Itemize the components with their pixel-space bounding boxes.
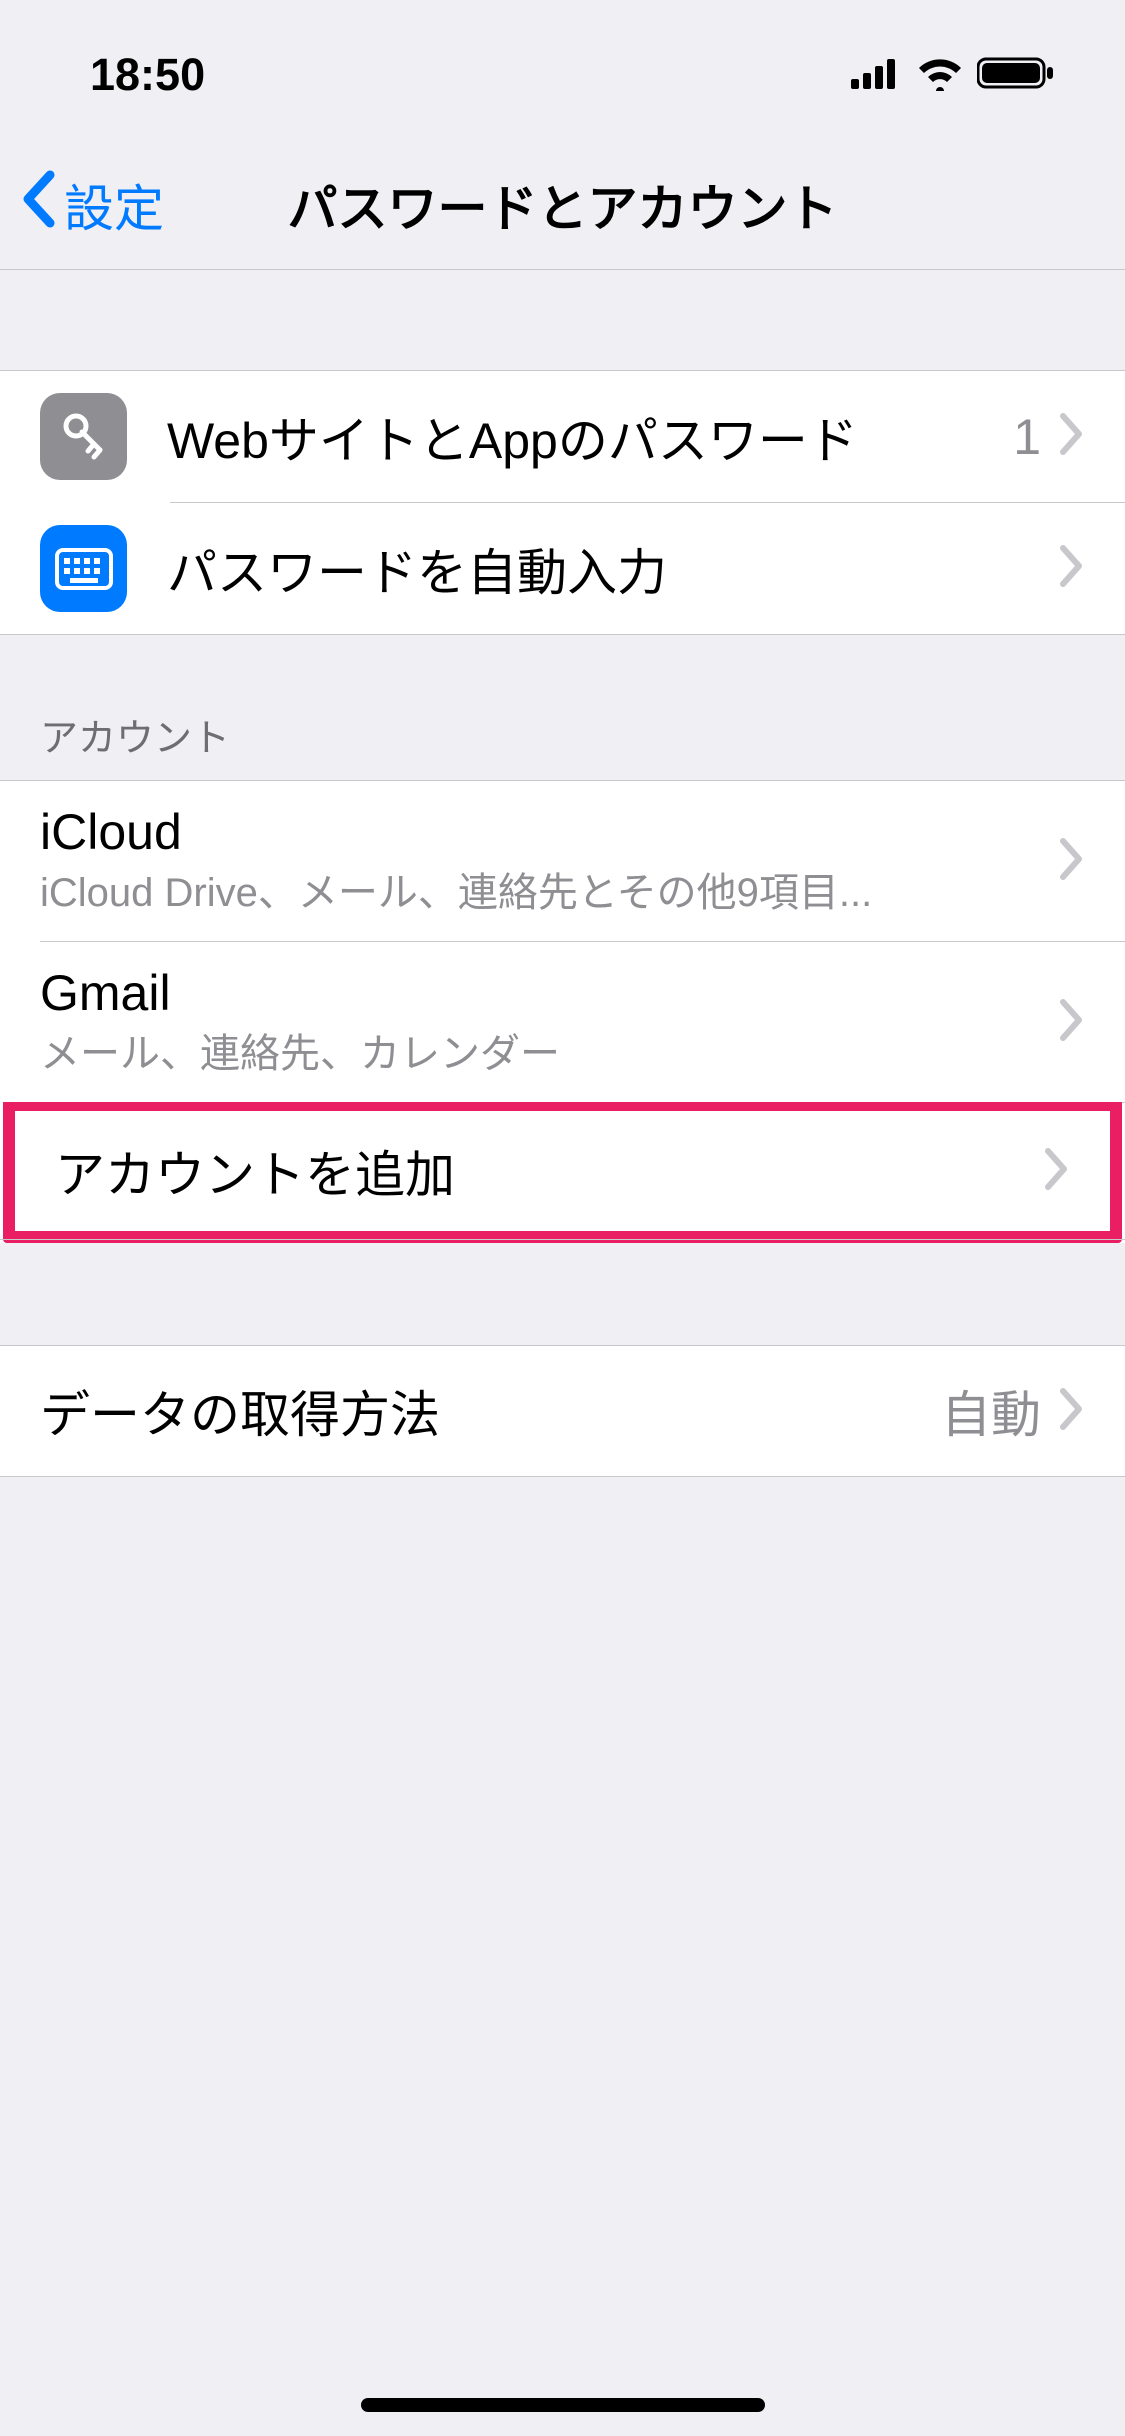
chevron-right-icon [1059,998,1085,1047]
row-value: 1 [1013,408,1041,466]
row-sublabel: iCloud Drive、メール、連絡先とその他9項目... [40,867,1059,919]
row-label: Gmail [40,964,1059,1022]
back-button[interactable]: 設定 [0,169,164,241]
chevron-right-icon [1059,544,1085,593]
chevron-right-icon [1059,837,1085,886]
add-account-row[interactable]: アカウントを追加 [15,1111,1110,1231]
status-bar: 18:50 [0,0,1125,140]
cellular-signal-icon [851,57,903,94]
row-label: アカウントを追加 [55,1135,1044,1207]
back-label: 設定 [64,169,164,241]
battery-icon [977,55,1055,96]
row-label: iCloud [40,803,1059,861]
key-icon [40,393,127,480]
chevron-left-icon [20,169,58,241]
row-label: WebサイトとAppのパスワード [167,401,1013,473]
fetch-section: データの取得方法 自動 [0,1346,1125,1476]
row-value: 自動 [941,1375,1041,1447]
chevron-right-icon [1059,1387,1085,1436]
page-title: パスワードとアカウント [0,169,1125,241]
passwords-section: WebサイトとAppのパスワード 1 パスワードを自動入力 [0,371,1125,634]
chevron-right-icon [1059,412,1085,461]
autofill-passwords-row[interactable]: パスワードを自動入力 [0,503,1125,634]
chevron-right-icon [1044,1147,1070,1196]
status-icons [851,55,1065,96]
account-gmail-row[interactable]: Gmail メール、連絡先、カレンダー [0,942,1125,1102]
account-icloud-row[interactable]: iCloud iCloud Drive、メール、連絡先とその他9項目... [0,781,1125,941]
fetch-new-data-row[interactable]: データの取得方法 自動 [0,1346,1125,1476]
row-label: データの取得方法 [40,1375,941,1447]
row-sublabel: メール、連絡先、カレンダー [40,1028,1059,1080]
row-label: パスワードを自動入力 [167,533,1059,605]
add-account-highlight: アカウントを追加 [3,1099,1122,1243]
accounts-section-header: アカウント [0,635,1125,780]
home-indicator[interactable] [361,2398,765,2412]
nav-bar: 設定 パスワードとアカウント [0,140,1125,270]
status-time: 18:50 [60,49,205,101]
accounts-section: iCloud iCloud Drive、メール、連絡先とその他9項目... Gm… [0,781,1125,1243]
wifi-icon [915,55,965,96]
keyboard-icon [40,525,127,612]
website-app-passwords-row[interactable]: WebサイトとAppのパスワード 1 [0,371,1125,502]
